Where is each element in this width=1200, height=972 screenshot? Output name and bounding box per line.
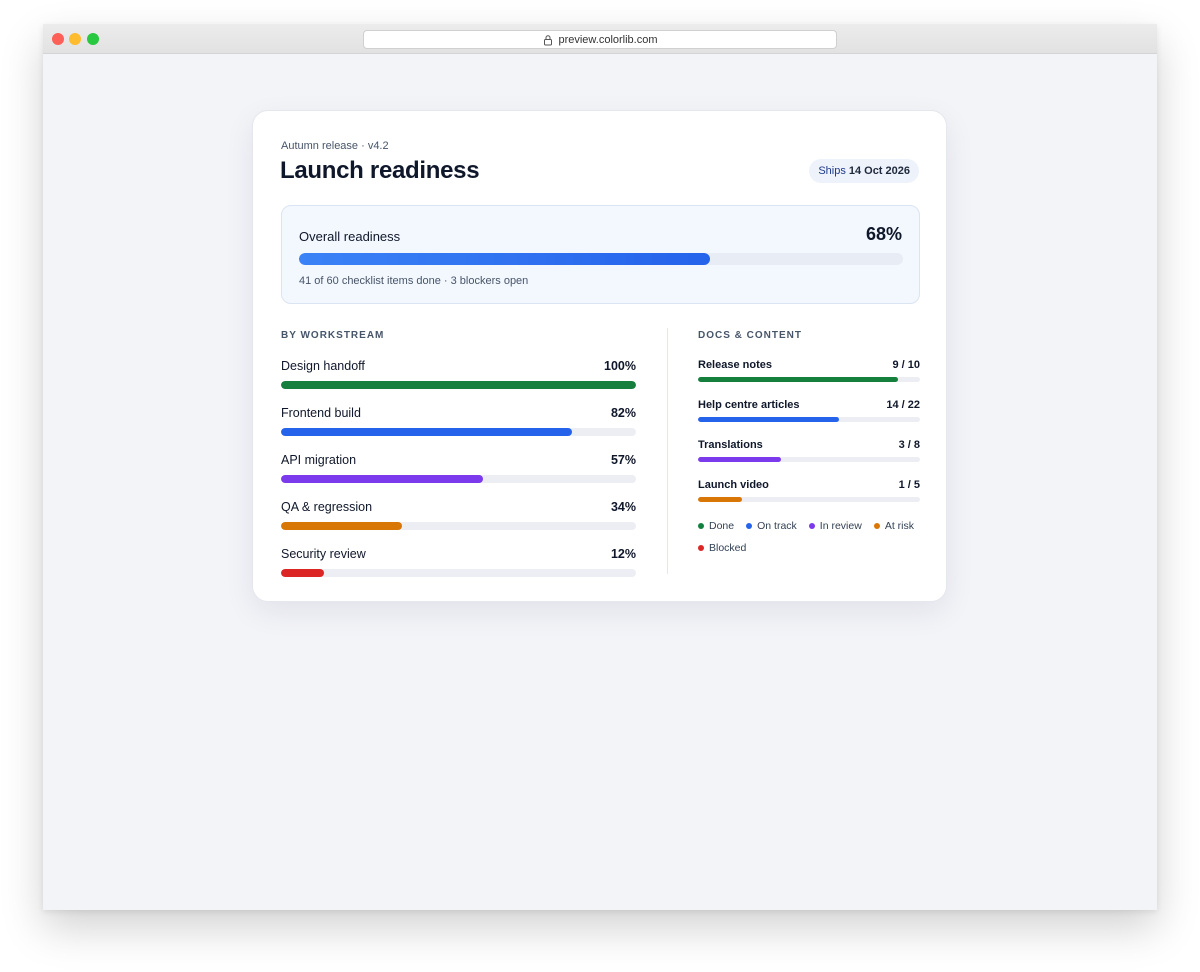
workstream-progress-track (281, 569, 636, 577)
status-dot-icon (698, 545, 704, 551)
legend-item: In review (808, 520, 862, 532)
workstream-row: Security review 12% (281, 547, 636, 594)
legend-label: On track (757, 520, 797, 532)
docs-column: DOCS & CONTENT Release notes 9 / 10 Help c… (698, 330, 920, 554)
workstream-progress-fill (281, 569, 324, 577)
overall-summary: 41 of 60 checklist items done · 3 blocke… (299, 275, 529, 287)
minimize-window-button[interactable] (69, 33, 81, 45)
legend-item: At risk (873, 520, 914, 532)
workstream-label: API migration (281, 453, 357, 467)
ship-date-badge: Ships 14 Oct 2026 (809, 159, 919, 183)
overall-progress-fill (299, 253, 710, 265)
doc-count: 9 / 10 (892, 359, 920, 371)
doc-row: Launch video 1 / 5 (698, 479, 920, 519)
lock-icon (544, 34, 553, 45)
doc-progress-fill (698, 377, 898, 382)
workstream-percent: 12% (610, 547, 636, 561)
workstream-label: QA & regression (281, 500, 373, 514)
workstream-progress-track (281, 522, 636, 530)
close-window-button[interactable] (52, 33, 64, 45)
url-text: preview.colorlib.com (558, 33, 658, 46)
doc-progress-fill (698, 417, 840, 422)
workstream-progress-track (281, 475, 636, 483)
legend-item: Blocked (698, 542, 746, 554)
overall-progress-track (299, 253, 903, 265)
doc-progress-track (698, 457, 920, 462)
browser-titlebar: preview.colorlib.com (43, 24, 1157, 54)
ship-prefix: Ships (818, 165, 846, 177)
workstream-row: API migration 57% (281, 453, 636, 500)
address-bar[interactable]: preview.colorlib.com (363, 30, 837, 49)
workstream-label: Security review (281, 547, 366, 561)
workstream-row: Frontend build 82% (281, 406, 636, 453)
workstream-percent: 57% (610, 453, 636, 467)
doc-count: 14 / 22 (886, 399, 920, 411)
status-dot-icon (873, 523, 880, 529)
workstream-list: Design handoff 100% Frontend build 82% API m… (281, 359, 636, 594)
doc-label: Help centre articles (698, 399, 800, 411)
workstream-progress-fill (281, 381, 636, 389)
legend-label: At risk (884, 520, 914, 532)
doc-count: 3 / 8 (898, 439, 920, 451)
doc-label: Translations (698, 439, 763, 451)
docs-heading: DOCS & CONTENT (698, 330, 802, 341)
status-dot-icon (746, 523, 753, 529)
launch-readiness-card: Autumn release · v4.2 Launch readiness S… (252, 110, 947, 602)
status-dot-icon (808, 523, 815, 529)
doc-progress-fill (698, 497, 743, 502)
ship-date: 14 Oct 2026 (848, 165, 910, 177)
overall-label: Overall readiness (299, 229, 401, 244)
status-legend: Done On track In review At risk Blocked (698, 520, 928, 554)
doc-progress-track (698, 497, 920, 502)
workstream-progress-fill (281, 522, 402, 530)
workstream-row: QA & regression 34% (281, 500, 636, 547)
workstream-label: Frontend build (281, 406, 361, 420)
doc-count: 1 / 5 (898, 479, 920, 491)
maximize-window-button[interactable] (87, 33, 99, 45)
workstream-progress-fill (281, 428, 573, 436)
doc-label: Release notes (698, 359, 772, 371)
page-title: Launch readiness (280, 157, 480, 184)
overall-percent: 68% (865, 224, 902, 244)
doc-row: Release notes 9 / 10 (698, 359, 920, 399)
workstream-column: BY WORKSTREAM Design handoff 100% Frontend… (281, 330, 636, 594)
legend-item: Done (698, 520, 734, 532)
overall-readiness-panel: Overall readiness 68% 41 of 60 checklist… (281, 205, 920, 304)
release-eyebrow: Autumn release · v4.2 (281, 140, 389, 152)
status-dot-icon (698, 523, 704, 529)
browser-window: preview.colorlib.com Autumn release · v4… (43, 24, 1157, 910)
workstream-progress-track (281, 428, 636, 436)
legend-label: In review (819, 520, 862, 532)
legend-label: Done (709, 520, 735, 532)
workstream-percent: 82% (610, 406, 636, 420)
workstream-heading: BY WORKSTREAM (281, 330, 385, 341)
doc-row: Help centre articles 14 / 22 (698, 399, 920, 439)
doc-progress-track (698, 377, 920, 382)
workstream-percent: 100% (604, 359, 636, 373)
doc-row: Translations 3 / 8 (698, 439, 920, 479)
workstream-percent: 34% (610, 500, 636, 514)
doc-progress-fill (698, 457, 782, 462)
legend-item: On track (746, 520, 797, 532)
workstream-label: Design handoff (281, 359, 365, 373)
doc-progress-track (698, 417, 920, 422)
docs-list: Release notes 9 / 10 Help centre articles 1… (698, 359, 920, 519)
workstream-progress-track (281, 381, 636, 389)
doc-label: Launch video (698, 479, 769, 491)
workstream-progress-fill (281, 475, 484, 483)
legend-label: Blocked (709, 542, 747, 554)
column-divider (667, 328, 668, 574)
workstream-row: Design handoff 100% (281, 359, 636, 406)
